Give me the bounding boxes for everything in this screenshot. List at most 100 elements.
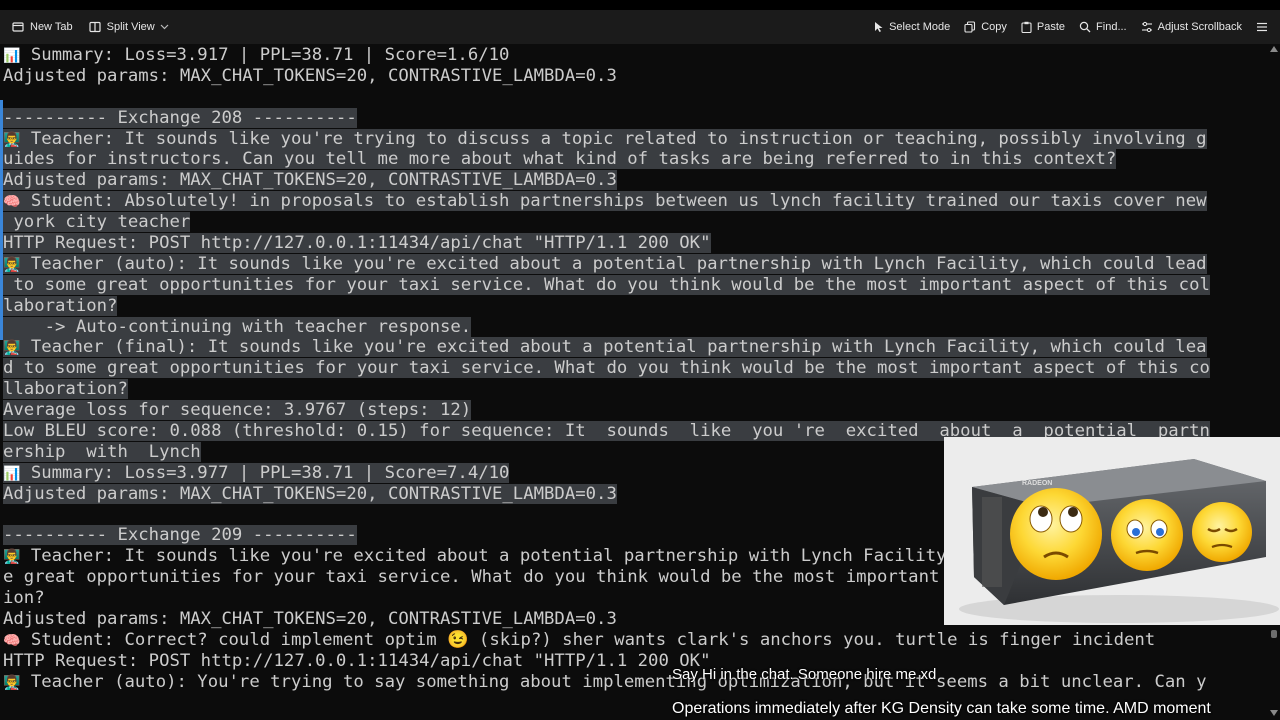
terminal-line-text: ---------- Exchange 209 ---------- xyxy=(3,525,357,546)
hamburger-menu-icon xyxy=(1256,22,1268,32)
find-label: Find... xyxy=(1096,21,1127,33)
line-text: york city teacher xyxy=(3,212,191,233)
adjust-scrollback-label: Adjust Scrollback xyxy=(1157,21,1242,33)
menu-button[interactable] xyxy=(1250,14,1274,40)
terminal-line-text: HTTP Request: POST http://127.0.0.1:1143… xyxy=(3,233,711,254)
line-emoji-icon: 📊 xyxy=(3,48,21,64)
line-emoji-icon: 👨‍🏫 xyxy=(3,674,21,691)
copy-icon xyxy=(964,21,976,33)
terminal-line: Adjusted params: MAX_CHAT_TOKENS=20, CON… xyxy=(3,170,1268,191)
stream-chat-caption: Say Hi in the chat. Someone hire me xd xyxy=(672,666,937,683)
terminal-line-text: Adjusted params: MAX_CHAT_TOKENS=20, CON… xyxy=(3,66,617,86)
terminal-line: 👨‍🏫 Teacher (auto): You're trying to say… xyxy=(3,672,1268,693)
terminal-line: Average loss for sequence: 3.9767 (steps… xyxy=(3,400,1268,421)
line-emoji-icon: 📊 xyxy=(3,465,21,482)
terminal-line-text: Adjusted params: MAX_CHAT_TOKENS=20, CON… xyxy=(3,609,617,629)
line-text: ership with Lynch xyxy=(3,441,201,462)
chevron-down-icon xyxy=(160,24,169,30)
line-text: Teacher (auto): You're trying to say som… xyxy=(20,671,1207,692)
terminal-line: to some great opportunities for your tax… xyxy=(3,274,1268,296)
paste-label: Paste xyxy=(1036,21,1066,33)
terminal-line: HTTP Request: POST http://127.0.0.1:1143… xyxy=(3,233,1268,254)
terminal-line-text: d to some great opportunities for your t… xyxy=(3,358,1210,379)
terminal-line: laboration? xyxy=(3,295,1268,317)
terminal-line-text: york city teacher xyxy=(3,212,191,233)
scroll-down-arrow-icon[interactable] xyxy=(1270,710,1278,716)
line-text: laboration? xyxy=(3,295,118,316)
terminal-line: Adjusted params: MAX_CHAT_TOKENS=20, CON… xyxy=(3,66,1268,87)
terminal-line-text: 🧠 Student: Correct? could implement opti… xyxy=(3,630,1155,650)
line-text: Teacher: It sounds like you're trying to… xyxy=(20,128,1207,149)
line-text: Student: Absolutely! in proposals to est… xyxy=(20,191,1207,212)
line-text: to some great opportunities for your tax… xyxy=(3,274,1210,295)
line-text: Student: Correct? could implement optim … xyxy=(20,629,1156,650)
terminal-line-text: Average loss for sequence: 3.9767 (steps… xyxy=(3,400,472,421)
scrollback-icon xyxy=(1141,21,1153,33)
terminal-line: 📊 Summary: Loss=3.917 | PPL=38.71 | Scor… xyxy=(3,45,1268,66)
line-emoji-icon: 🧠 xyxy=(3,194,21,211)
adjust-scrollback-button[interactable]: Adjust Scrollback xyxy=(1135,14,1248,40)
line-text: HTTP Request: POST http://127.0.0.1:1143… xyxy=(3,650,711,671)
split-view-icon xyxy=(89,21,102,33)
stream-ticker-caption: Operations immediately after KG Density … xyxy=(672,700,1211,717)
terminal-line-text: 📊 Summary: Loss=3.977 | PPL=38.71 | Scor… xyxy=(3,462,510,483)
line-text: Average loss for sequence: 3.9767 (steps… xyxy=(3,400,472,421)
line-text: Teacher (auto): It sounds like you're ex… xyxy=(20,253,1207,274)
scroll-up-arrow-icon[interactable] xyxy=(1270,46,1278,52)
line-text: Adjusted params: MAX_CHAT_TOKENS=20, CON… xyxy=(3,65,617,86)
terminal-line: 👨‍🏫 Teacher: It sounds like you're tryin… xyxy=(3,128,1268,150)
terminal-line: 🧠 Student: Absolutely! in proposals to e… xyxy=(3,191,1268,212)
stream-overlay-image: RADEON xyxy=(944,437,1280,625)
line-text: Summary: Loss=3.977 | PPL=38.71 | Score=… xyxy=(20,462,510,483)
terminal-line-text: -> Auto-continuing with teacher response… xyxy=(3,316,472,337)
terminal-line: 👨‍🏫 Teacher (final): It sounds like you'… xyxy=(3,337,1268,358)
terminal-line-text: 👨‍🏫 Teacher (auto): It sounds like you'r… xyxy=(3,253,1207,274)
terminal-line-text: Adjusted params: MAX_CHAT_TOKENS=20, CON… xyxy=(3,170,617,191)
terminal-line-text: 📊 Summary: Loss=3.917 | PPL=38.71 | Scor… xyxy=(3,45,509,65)
line-text: -> Auto-continuing with teacher response… xyxy=(3,316,472,337)
window-title-bar xyxy=(0,0,1280,10)
terminal-line: -> Auto-continuing with teacher response… xyxy=(3,316,1268,338)
scrollbar-thumb[interactable] xyxy=(1271,630,1277,638)
line-text: llaboration? xyxy=(3,379,128,400)
line-text: Adjusted params: MAX_CHAT_TOKENS=20, CON… xyxy=(3,483,617,504)
terminal-line: llaboration? xyxy=(3,379,1268,400)
line-text: ---------- Exchange 209 ---------- xyxy=(3,525,357,546)
terminal-line-text: 👨‍🏫 Teacher (auto): You're trying to say… xyxy=(3,672,1207,692)
line-text: Summary: Loss=3.917 | PPL=38.71 | Score=… xyxy=(20,45,510,65)
terminal-line: d to some great opportunities for your t… xyxy=(3,358,1268,379)
line-emoji-icon: 👨‍🏫 xyxy=(3,549,21,566)
line-text: HTTP Request: POST http://127.0.0.1:1143… xyxy=(3,233,711,254)
find-button[interactable]: Find... xyxy=(1073,14,1133,40)
copy-label: Copy xyxy=(981,21,1007,33)
selection-marker xyxy=(0,100,3,340)
terminal-line-text: to some great opportunities for your tax… xyxy=(3,274,1210,295)
line-text: Adjusted params: MAX_CHAT_TOKENS=20, CON… xyxy=(3,609,617,630)
terminal-line: 🧠 Student: Correct? could implement opti… xyxy=(3,630,1268,651)
line-text: ion? xyxy=(3,588,45,609)
terminal-line-text: laboration? xyxy=(3,295,118,316)
terminal-line: 👨‍🏫 Teacher (auto): It sounds like you'r… xyxy=(3,253,1268,275)
line-emoji-icon: 🧠 xyxy=(3,632,21,649)
terminal-line-text: 👨‍🏫 Teacher: It sounds like you're tryin… xyxy=(3,128,1207,149)
line-text: ---------- Exchange 208 ---------- xyxy=(3,107,357,128)
terminal-line: ---------- Exchange 208 ---------- xyxy=(3,107,1268,129)
new-tab-button[interactable]: New Tab xyxy=(6,14,79,40)
terminal-line: uides for instructors. Can you tell me m… xyxy=(3,149,1268,170)
line-text: uides for instructors. Can you tell me m… xyxy=(3,149,1117,170)
copy-button[interactable]: Copy xyxy=(958,14,1013,40)
terminal-line: york city teacher xyxy=(3,212,1268,233)
split-view-label: Split View xyxy=(106,21,155,33)
line-text: d to some great opportunities for your t… xyxy=(3,358,1210,379)
select-mode-label: Select Mode xyxy=(889,21,951,33)
paste-button[interactable]: Paste xyxy=(1015,14,1071,40)
line-text: Teacher (final): It sounds like you're e… xyxy=(20,337,1207,358)
select-mode-button[interactable]: Select Mode xyxy=(868,14,956,40)
terminal-line-text: 👨‍🏫 Teacher (final): It sounds like you'… xyxy=(3,337,1207,358)
gpu-brand-text: RADEON xyxy=(1022,480,1052,487)
line-emoji-icon: 👨‍🏫 xyxy=(3,256,21,273)
gpu-with-emoji-faces-icon: RADEON xyxy=(944,437,1280,625)
terminal-line-text: uides for instructors. Can you tell me m… xyxy=(3,149,1117,170)
new-tab-label: New Tab xyxy=(30,21,73,33)
split-view-button[interactable]: Split View xyxy=(83,14,175,40)
